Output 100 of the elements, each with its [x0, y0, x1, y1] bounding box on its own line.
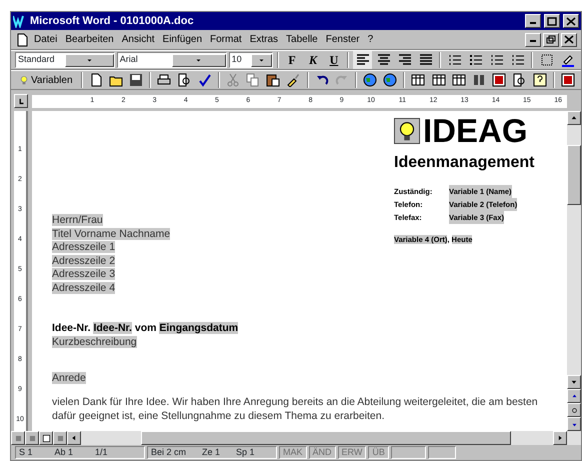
- down-arrow-icon: [570, 378, 578, 386]
- scissors-icon: [226, 73, 240, 87]
- help-button[interactable]: [530, 71, 549, 89]
- menu-item[interactable]: Extras: [246, 32, 282, 47]
- scroll-right-button[interactable]: [553, 431, 567, 445]
- next-page-button[interactable]: [567, 417, 581, 431]
- page-magnifier-icon: [177, 73, 192, 87]
- document-restore-button[interactable]: [543, 32, 559, 46]
- field-value: Eingangsdatum: [159, 322, 238, 334]
- status-text: Sp 1: [236, 446, 255, 459]
- question-icon: [532, 73, 547, 87]
- square-icon: [492, 73, 506, 87]
- right-arrow-icon: [556, 434, 564, 442]
- web-view-icon: [28, 434, 36, 442]
- close-icon: [564, 35, 574, 44]
- close-button[interactable]: [563, 14, 579, 28]
- up-arrow-icon: [570, 114, 578, 122]
- menu-item[interactable]: Tabelle: [283, 32, 321, 47]
- tab-stop-icon: [16, 96, 26, 106]
- web-button[interactable]: [360, 71, 380, 89]
- status-mode: MAK: [279, 446, 307, 459]
- salutation-field: Anrede: [52, 372, 86, 384]
- menu-item[interactable]: ?: [364, 32, 376, 47]
- restore-icon: [546, 35, 556, 44]
- prev-page-button[interactable]: [567, 389, 581, 403]
- numbered-list-icon: [448, 53, 462, 67]
- tab-selector[interactable]: [14, 94, 28, 108]
- pen-icon: [560, 53, 575, 67]
- left-arrow-icon: [70, 434, 78, 442]
- status-text: Ab 1: [54, 446, 74, 459]
- border-icon: [540, 53, 554, 67]
- menu-item[interactable]: Bearbeiten: [62, 32, 117, 47]
- printer-icon: [157, 73, 172, 87]
- body-paragraph: vielen Dank für Ihre Idee. Wir haben Ihre Anregung bereits an die Abteilung weitergeleitet, die am besten dafür geeignet ist, eine Stellungnahme zu diesem Thema zu erarbeiten.: [52, 394, 539, 422]
- subtitle: Ideenmanagement: [394, 153, 536, 174]
- menu-item[interactable]: Fenster: [322, 32, 363, 47]
- web-view-button[interactable]: [25, 431, 39, 445]
- browse-object-button[interactable]: [567, 403, 581, 417]
- window-title: Microsoft Word - 0101000A.doc: [30, 14, 195, 29]
- bold-button[interactable]: F: [282, 51, 302, 69]
- lightbulb-logo-icon: [394, 118, 420, 144]
- field-value: Idee-Nr.: [93, 322, 132, 334]
- maximize-button[interactable]: [544, 14, 560, 28]
- scroll-left-button[interactable]: [67, 431, 81, 445]
- columns-icon: [472, 73, 486, 87]
- undo-icon: [314, 73, 329, 87]
- style-dropdown[interactable]: Standard: [15, 52, 115, 68]
- dropdown-icon[interactable]: [86, 56, 93, 64]
- menu-item[interactable]: Datei: [31, 32, 60, 47]
- menu-item[interactable]: Einfügen: [160, 32, 206, 47]
- redo-icon: [334, 73, 349, 87]
- word-logo-icon: [13, 14, 27, 28]
- layout-view-button[interactable]: [39, 431, 53, 445]
- close-icon: [566, 16, 576, 26]
- page-icon: [88, 73, 103, 87]
- document-icon: [15, 32, 29, 46]
- numbered-list-icon: [490, 53, 504, 67]
- summary-field: Kurzbeschreibung: [52, 336, 137, 348]
- globe-icon: [363, 73, 378, 87]
- font-dropdown[interactable]: Arial: [116, 52, 227, 68]
- italic-button[interactable]: K: [303, 51, 322, 69]
- outline-view-button[interactable]: [53, 431, 67, 445]
- status-text: Ze 1: [202, 446, 220, 459]
- align-left-icon: [356, 53, 370, 67]
- normal-view-icon: [14, 434, 22, 442]
- menu-item[interactable]: Ansicht: [118, 32, 158, 47]
- checkmark-icon: [198, 73, 212, 87]
- scroll-up-button[interactable]: [567, 111, 581, 125]
- normal-view-button[interactable]: [11, 431, 25, 445]
- dropdown-icon[interactable]: [258, 56, 265, 64]
- dropdown-icon[interactable]: [195, 56, 202, 64]
- drawing-button[interactable]: [490, 71, 508, 89]
- lightbulb-icon: [19, 74, 29, 86]
- font-size-dropdown[interactable]: 10: [228, 52, 272, 68]
- justify-icon: [418, 53, 433, 67]
- document-close-button[interactable]: [561, 32, 577, 46]
- align-left-button[interactable]: [353, 51, 372, 69]
- copy-icon: [246, 73, 260, 87]
- bullet-list-icon: [468, 53, 483, 67]
- square-icon: [560, 73, 575, 87]
- subject-label: Idee-Nr.: [52, 322, 92, 334]
- page-magnifier-icon: [512, 73, 526, 87]
- table-icon: [452, 73, 466, 87]
- underline-button[interactable]: U: [324, 51, 344, 69]
- layout-view-icon: [42, 434, 50, 442]
- hyperlink-button[interactable]: [381, 71, 400, 89]
- scroll-down-button[interactable]: [567, 375, 581, 389]
- table-icon: [411, 73, 426, 87]
- document-minimize-button[interactable]: [525, 32, 541, 46]
- status-mode: ERW: [338, 446, 366, 459]
- variables-button[interactable]: Variablen: [15, 71, 77, 89]
- menu-item[interactable]: Format: [207, 32, 245, 47]
- table-icon: [432, 73, 446, 87]
- minimize-button[interactable]: [525, 14, 541, 28]
- status-mode: ÄND: [308, 446, 336, 459]
- align-center-icon: [376, 53, 391, 67]
- subject-label: vom: [134, 322, 158, 334]
- status-text: S 1: [19, 446, 33, 459]
- drawing-button[interactable]: [558, 71, 577, 89]
- paste-icon: [266, 73, 280, 87]
